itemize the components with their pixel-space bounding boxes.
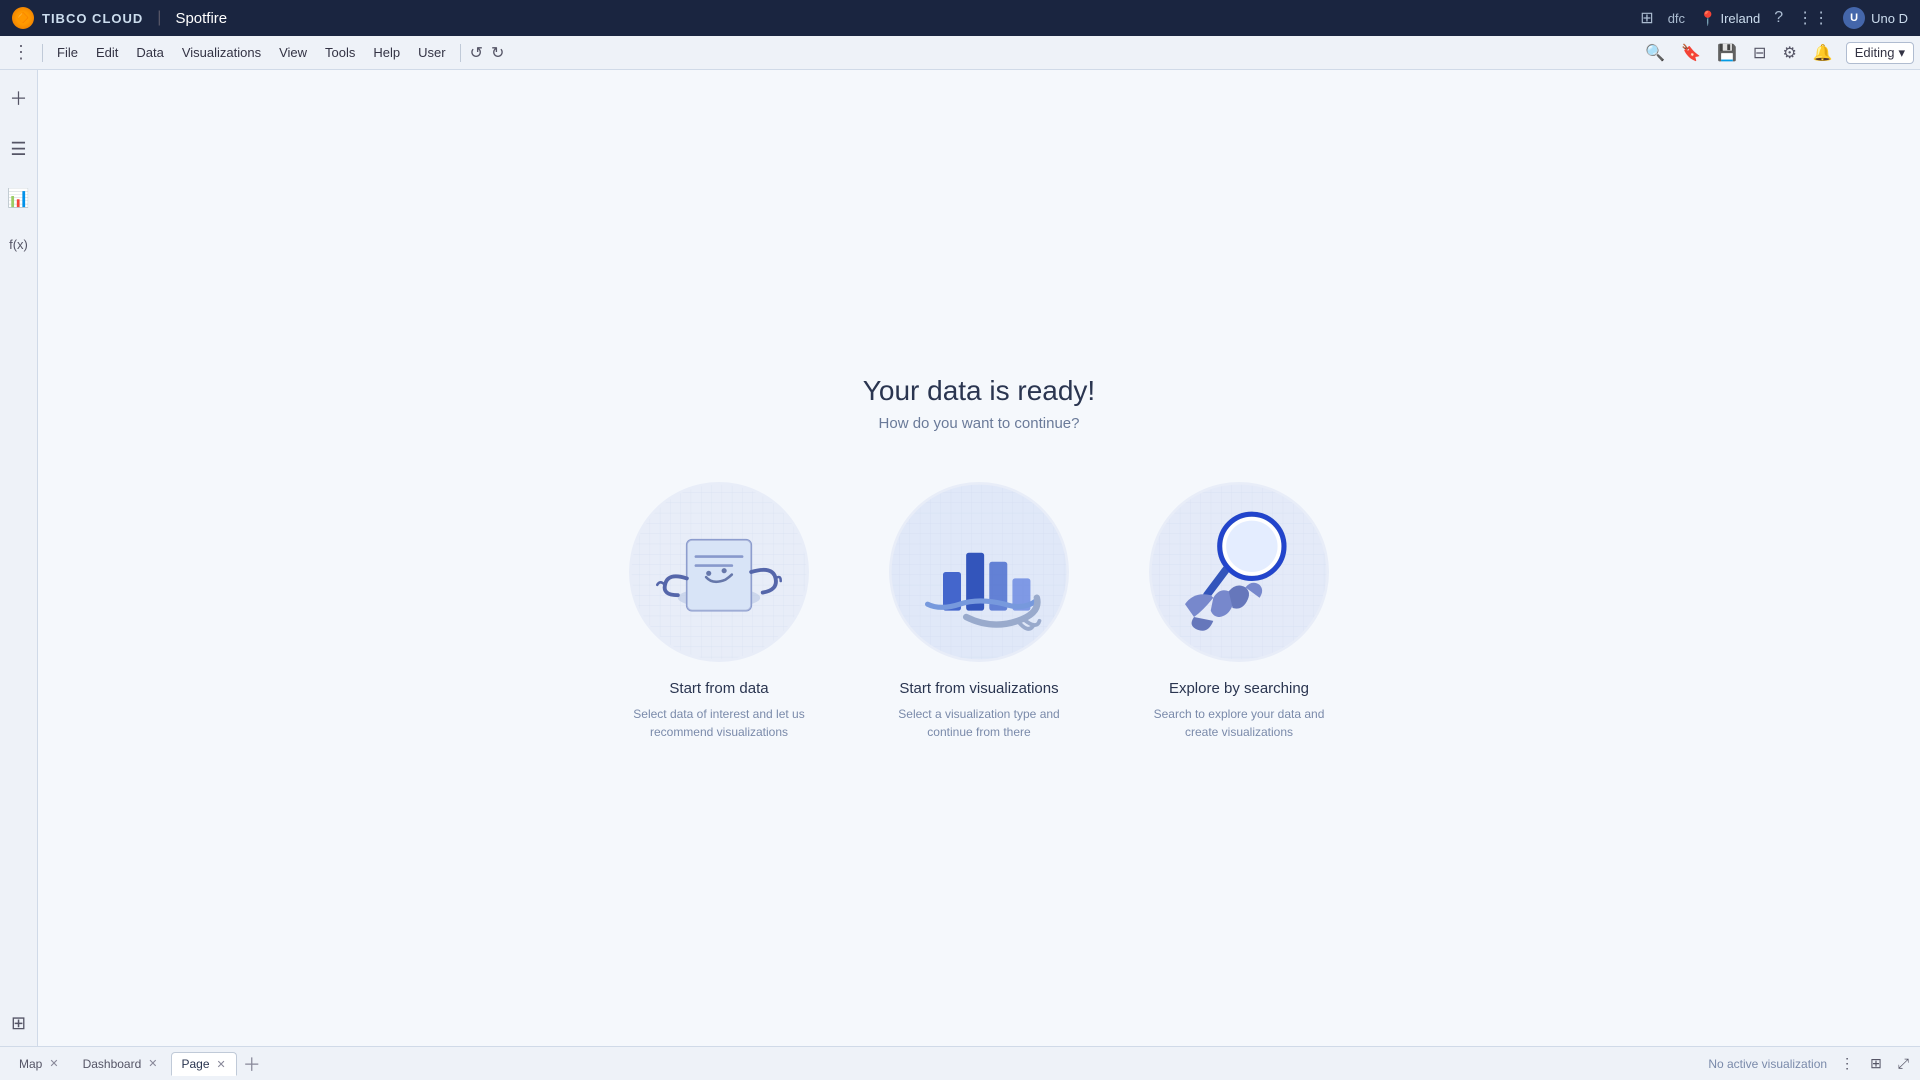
card-circle-viz (889, 482, 1069, 662)
search-icon[interactable]: 🔍 (1642, 40, 1668, 66)
location-text: Ireland (1720, 11, 1760, 26)
menu-visualizations[interactable]: Visualizations (174, 42, 269, 63)
brand-text: TIBCO CLOUD (42, 11, 143, 26)
grid-icon[interactable]: ⊞ (1640, 8, 1653, 28)
content-area: Your data is ready! How do you want to c… (38, 70, 1920, 1046)
card-data-desc: Select data of interest and let us recom… (619, 705, 819, 741)
tab-more-icon[interactable]: ⋮ (1837, 1052, 1857, 1075)
bookmark-icon[interactable]: 🔖 (1678, 40, 1704, 66)
card-circle-data (629, 482, 809, 662)
charts-icon[interactable]: 📊 (2, 183, 34, 214)
menu-edit[interactable]: Edit (88, 42, 126, 63)
location-pin-icon: 📍 (1699, 10, 1716, 27)
tab-page-close-icon[interactable]: ✕ (217, 1058, 226, 1071)
location-area[interactable]: 📍 Ireland (1699, 10, 1760, 27)
menu-view[interactable]: View (271, 42, 315, 63)
formula-icon[interactable]: f(x) (4, 232, 33, 257)
add-icon[interactable]: ＋ (5, 80, 33, 116)
tab-dashboard-label: Dashboard (83, 1057, 142, 1071)
main-layout: ＋ ☰ 📊 f(x) ⊞ Your data is ready! How do … (0, 70, 1920, 1046)
card-search-desc: Search to explore your data and create v… (1139, 705, 1339, 741)
app-name: Spotfire (175, 10, 227, 27)
data-illustration (629, 482, 809, 662)
card-start-from-data[interactable]: Start from data Select data of interest … (619, 482, 819, 741)
sidebar-bottom: ⊞ (6, 1013, 31, 1046)
tab-map-label: Map (19, 1057, 42, 1071)
welcome-title: Your data is ready! (619, 375, 1339, 407)
editing-label: Editing (1855, 45, 1895, 60)
status-text: No active visualization (1708, 1057, 1827, 1071)
filter-icon[interactable]: ⊟ (1750, 40, 1769, 66)
menu-bar-right: 🔍 🔖 💾 ⊟ ⚙ 🔔 Editing ▾ (1642, 40, 1914, 66)
tab-layout-icon[interactable]: ⊞ (1867, 1052, 1885, 1075)
top-bar: 🔶 TIBCO CLOUD | Spotfire ⊞ dfc 📍 Ireland… (0, 0, 1920, 36)
menu-divider (42, 44, 43, 62)
card-circle-search (1149, 482, 1329, 662)
separator: | (157, 9, 161, 27)
card-explore-by-searching[interactable]: Explore by searching Search to explore y… (1139, 482, 1339, 741)
menu-user[interactable]: User (410, 42, 453, 63)
menu-divider-2 (460, 44, 461, 62)
tab-bar-right: No active visualization ⋮ ⊞ ⤢ (1708, 1052, 1912, 1075)
editing-chevron-icon: ▾ (1898, 45, 1905, 61)
user-area[interactable]: U Uno D (1843, 7, 1908, 29)
tab-map[interactable]: Map ✕ (8, 1052, 70, 1076)
tab-map-close-icon[interactable]: ✕ (49, 1057, 58, 1070)
left-sidebar: ＋ ☰ 📊 f(x) ⊞ (0, 70, 38, 1046)
tab-expand-icon[interactable]: ⤢ (1895, 1052, 1912, 1075)
menu-bar: ⋮ File Edit Data Visualizations View Too… (0, 36, 1920, 70)
add-tab-button[interactable]: ＋ (239, 1051, 265, 1077)
tibco-logo-icon: 🔶 (12, 7, 34, 29)
menu-tools[interactable]: Tools (317, 42, 363, 63)
menu-help[interactable]: Help (365, 42, 408, 63)
undo-icon[interactable]: ↺ (467, 40, 486, 66)
editing-badge[interactable]: Editing ▾ (1846, 42, 1914, 64)
welcome-subtitle: How do you want to continue? (619, 415, 1339, 432)
cards-row: Start from data Select data of interest … (619, 482, 1339, 741)
card-start-from-visualizations[interactable]: Start from visualizations Select a visua… (879, 482, 1079, 741)
avatar: U (1843, 7, 1865, 29)
card-viz-desc: Select a visualization type and continue… (879, 705, 1079, 741)
waffle-icon[interactable]: ⋮⋮ (1797, 8, 1829, 28)
user-name: Uno D (1871, 11, 1908, 26)
card-data-title: Start from data (669, 680, 768, 697)
card-viz-title: Start from visualizations (899, 680, 1058, 697)
tab-page[interactable]: Page ✕ (171, 1052, 237, 1076)
save-icon[interactable]: 💾 (1714, 40, 1740, 66)
card-search-title: Explore by searching (1169, 680, 1309, 697)
viz-illustration (889, 482, 1069, 662)
tab-dashboard[interactable]: Dashboard ✕ (72, 1052, 169, 1076)
tab-page-label: Page (182, 1057, 210, 1071)
top-bar-right: ⊞ dfc 📍 Ireland ? ⋮⋮ U Uno D (1640, 7, 1908, 29)
menu-data[interactable]: Data (128, 42, 171, 63)
logo-area: 🔶 TIBCO CLOUD | Spotfire (12, 7, 227, 29)
menu-file[interactable]: File (49, 42, 86, 63)
welcome-section: Your data is ready! How do you want to c… (619, 375, 1339, 741)
menu-dots-icon[interactable]: ⋮ (6, 42, 36, 63)
notification-icon[interactable]: 🔔 (1810, 40, 1836, 66)
help-icon[interactable]: ? (1774, 9, 1783, 27)
settings-icon[interactable]: ⚙ (1779, 40, 1799, 66)
tab-bar: Map ✕ Dashboard ✕ Page ✕ ＋ No active vis… (0, 1046, 1920, 1080)
search-illustration (1149, 482, 1329, 662)
pages-icon[interactable]: ☰ (5, 134, 31, 165)
dashboard-icon[interactable]: ⊞ (6, 1008, 31, 1038)
dfc-label[interactable]: dfc (1668, 11, 1685, 26)
tab-dashboard-close-icon[interactable]: ✕ (148, 1057, 157, 1070)
redo-icon[interactable]: ↻ (488, 40, 507, 66)
